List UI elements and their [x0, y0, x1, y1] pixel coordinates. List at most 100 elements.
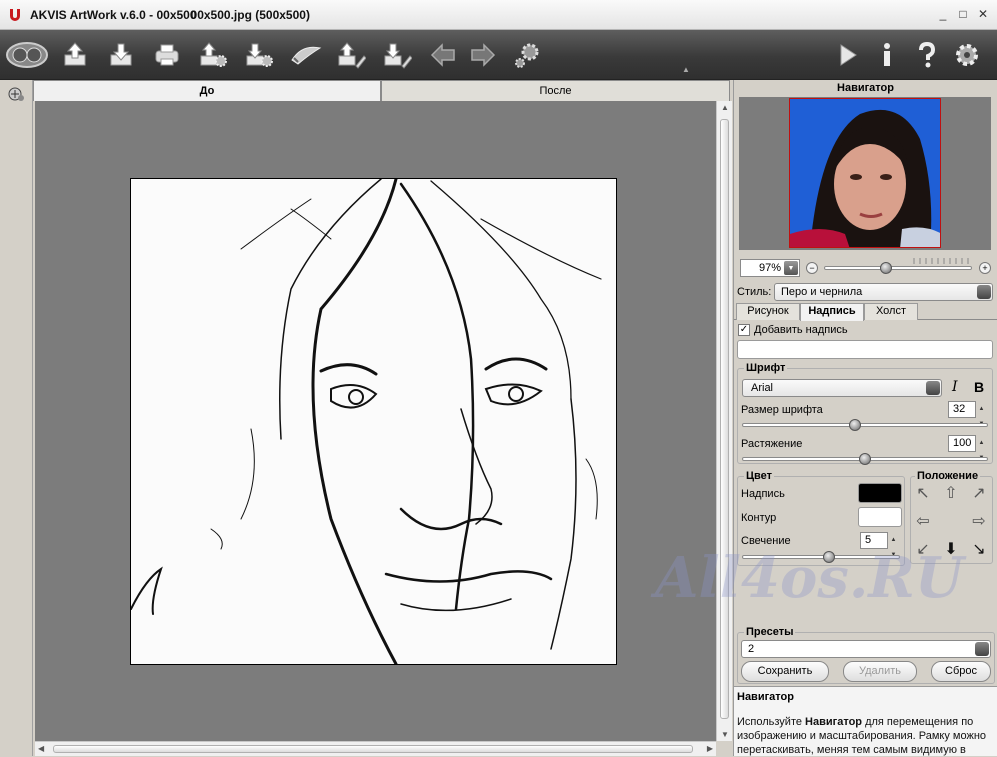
hand-move-icon[interactable]: [7, 86, 25, 102]
position-left-icon[interactable]: ⇦: [913, 511, 933, 531]
glow-spinner-icon[interactable]: ▲▼: [888, 533, 899, 558]
stretch-field[interactable]: 100 ▲▼: [948, 435, 984, 461]
pen-ink-sketch: [130, 177, 602, 666]
preferences-gear-icon[interactable]: [950, 38, 984, 72]
font-size-spinner-icon[interactable]: ▲▼: [976, 402, 987, 427]
run-play-icon[interactable]: [830, 38, 864, 72]
stretch-value: 100: [953, 437, 972, 449]
outline-color-label: Контур: [741, 512, 777, 524]
add-inscription-checkbox[interactable]: ✓: [738, 324, 750, 336]
tab-before[interactable]: До: [33, 80, 381, 101]
settings-subtabs: Рисунок Надпись Холст: [734, 303, 997, 321]
maximize-button[interactable]: □: [955, 6, 971, 22]
zoom-out-button[interactable]: −: [806, 262, 818, 274]
navigator-preview[interactable]: [739, 97, 991, 250]
collapse-toolbar-icon[interactable]: ▲: [680, 64, 692, 74]
position-bottom-right-icon[interactable]: ↘: [969, 539, 989, 559]
font-size-value: 32: [953, 403, 966, 415]
zoom-combo[interactable]: 97% ▼: [740, 259, 800, 277]
glow-value: 5: [865, 534, 872, 546]
bold-button[interactable]: B: [974, 379, 984, 395]
style-select[interactable]: Перо и чернила: [774, 283, 993, 301]
navigator-thumbnail: [789, 98, 941, 248]
delete-preset-button[interactable]: Удалить: [843, 661, 917, 682]
save-preset-button[interactable]: Сохранить: [741, 661, 829, 682]
style-row: Стиль: Перо и чернила: [734, 282, 997, 302]
glow-slider-knob[interactable]: [822, 551, 835, 563]
position-group-label: Положение: [915, 470, 981, 482]
upload-settings-icon[interactable]: [196, 38, 230, 72]
scroll-down-icon[interactable]: ▼: [721, 730, 729, 739]
download-settings-icon[interactable]: [242, 38, 276, 72]
position-bottom-icon[interactable]: ⬇: [941, 539, 961, 559]
inscription-color-swatch[interactable]: [858, 483, 902, 503]
stretch-slider-knob[interactable]: [859, 453, 871, 465]
color-group-label: Цвет: [744, 470, 775, 482]
italic-button[interactable]: I: [952, 379, 958, 395]
scroll-right-icon[interactable]: ▶: [707, 744, 713, 753]
tab-after[interactable]: После: [381, 80, 730, 101]
font-size-slider-knob[interactable]: [849, 419, 862, 431]
download-pen-icon[interactable]: [380, 38, 414, 72]
reset-preset-button[interactable]: Сброс: [931, 661, 991, 682]
glow-field[interactable]: 5 ▲▼: [860, 532, 896, 558]
font-size-slider[interactable]: [742, 423, 988, 427]
print-icon[interactable]: [150, 38, 184, 72]
position-top-right-icon[interactable]: ↗: [969, 483, 989, 503]
tab-drawing[interactable]: Рисунок: [736, 303, 800, 320]
glow-slider[interactable]: [742, 555, 900, 559]
style-spin-icon[interactable]: [977, 285, 991, 299]
inscription-color-label: Надпись: [741, 488, 785, 500]
outline-color-swatch[interactable]: [858, 507, 902, 527]
settings-small-icon[interactable]: [510, 38, 544, 72]
add-inscription-row: ✓ Добавить надпись: [738, 322, 848, 338]
image-canvas[interactable]: [35, 101, 716, 741]
vertical-scroll-thumb[interactable]: [720, 119, 729, 719]
akvis-logo-icon: [10, 8, 20, 21]
font-size-field[interactable]: 32 ▲▼: [948, 401, 984, 427]
horizontal-scroll-thumb[interactable]: [53, 745, 693, 753]
help-icon[interactable]: [910, 38, 944, 72]
position-top-left-icon[interactable]: ↖: [913, 483, 933, 503]
zoom-slider[interactable]: [824, 266, 972, 270]
info-icon[interactable]: [870, 38, 904, 72]
vertical-scrollbar[interactable]: ▲ ▼: [716, 101, 732, 741]
presets-label: Пресеты: [744, 626, 796, 638]
minimize-button[interactable]: _: [935, 6, 951, 22]
close-button[interactable]: ✕: [975, 6, 991, 22]
zoom-in-button[interactable]: +: [979, 262, 991, 274]
tab-canvas[interactable]: Холст: [864, 303, 918, 320]
help-panel: Навигатор Используйте Навигатор для пере…: [734, 686, 997, 756]
stretch-spinner-icon[interactable]: ▲▼: [976, 436, 987, 461]
save-download-icon[interactable]: [104, 38, 138, 72]
upload-pen-icon[interactable]: [334, 38, 368, 72]
zoom-dropdown-icon[interactable]: ▼: [784, 261, 798, 275]
scroll-left-icon[interactable]: ◀: [38, 744, 44, 753]
font-spin-icon[interactable]: [926, 381, 940, 395]
tab-inscription[interactable]: Надпись: [800, 303, 864, 321]
zoom-slider-knob[interactable]: [880, 262, 893, 274]
open-upload-icon[interactable]: [58, 38, 92, 72]
inscription-text-field[interactable]: [737, 340, 993, 359]
presets-group: Пресеты 2 Сохранить Удалить Сброс: [737, 626, 995, 684]
brush-icon[interactable]: [286, 38, 326, 72]
horizontal-scrollbar[interactable]: ◀ ▶: [35, 741, 716, 756]
title-bar: AKVIS ArtWork v.6.0 - 00x50000x500.jpg (…: [0, 0, 997, 30]
preset-select[interactable]: 2: [741, 640, 991, 658]
position-right-icon[interactable]: ⇨: [969, 511, 989, 531]
scroll-up-icon[interactable]: ▲: [721, 103, 729, 112]
help-text: Используйте Навигатор для перемещения по…: [737, 716, 987, 756]
back-arrow-icon[interactable]: [426, 38, 460, 72]
forward-arrow-icon[interactable]: [466, 38, 500, 72]
stretch-label: Растяжение: [741, 438, 803, 450]
sketch-image: [130, 177, 617, 666]
preset-spin-icon[interactable]: [975, 642, 989, 656]
font-group-label: Шрифт: [744, 362, 788, 374]
position-bottom-left-icon[interactable]: ↙: [913, 539, 933, 559]
font-family-select[interactable]: Arial: [742, 379, 942, 397]
window-title: AKVIS ArtWork v.6.0 - 00x50000x500.jpg (…: [30, 7, 310, 22]
camera-lens-icon[interactable]: [4, 38, 50, 72]
glow-label: Свечение: [741, 535, 791, 547]
settings-panel: Навигатор 97% ▼ − + Стиль: Перо и чернил…: [733, 80, 997, 756]
position-top-icon[interactable]: ⇧: [941, 483, 961, 503]
